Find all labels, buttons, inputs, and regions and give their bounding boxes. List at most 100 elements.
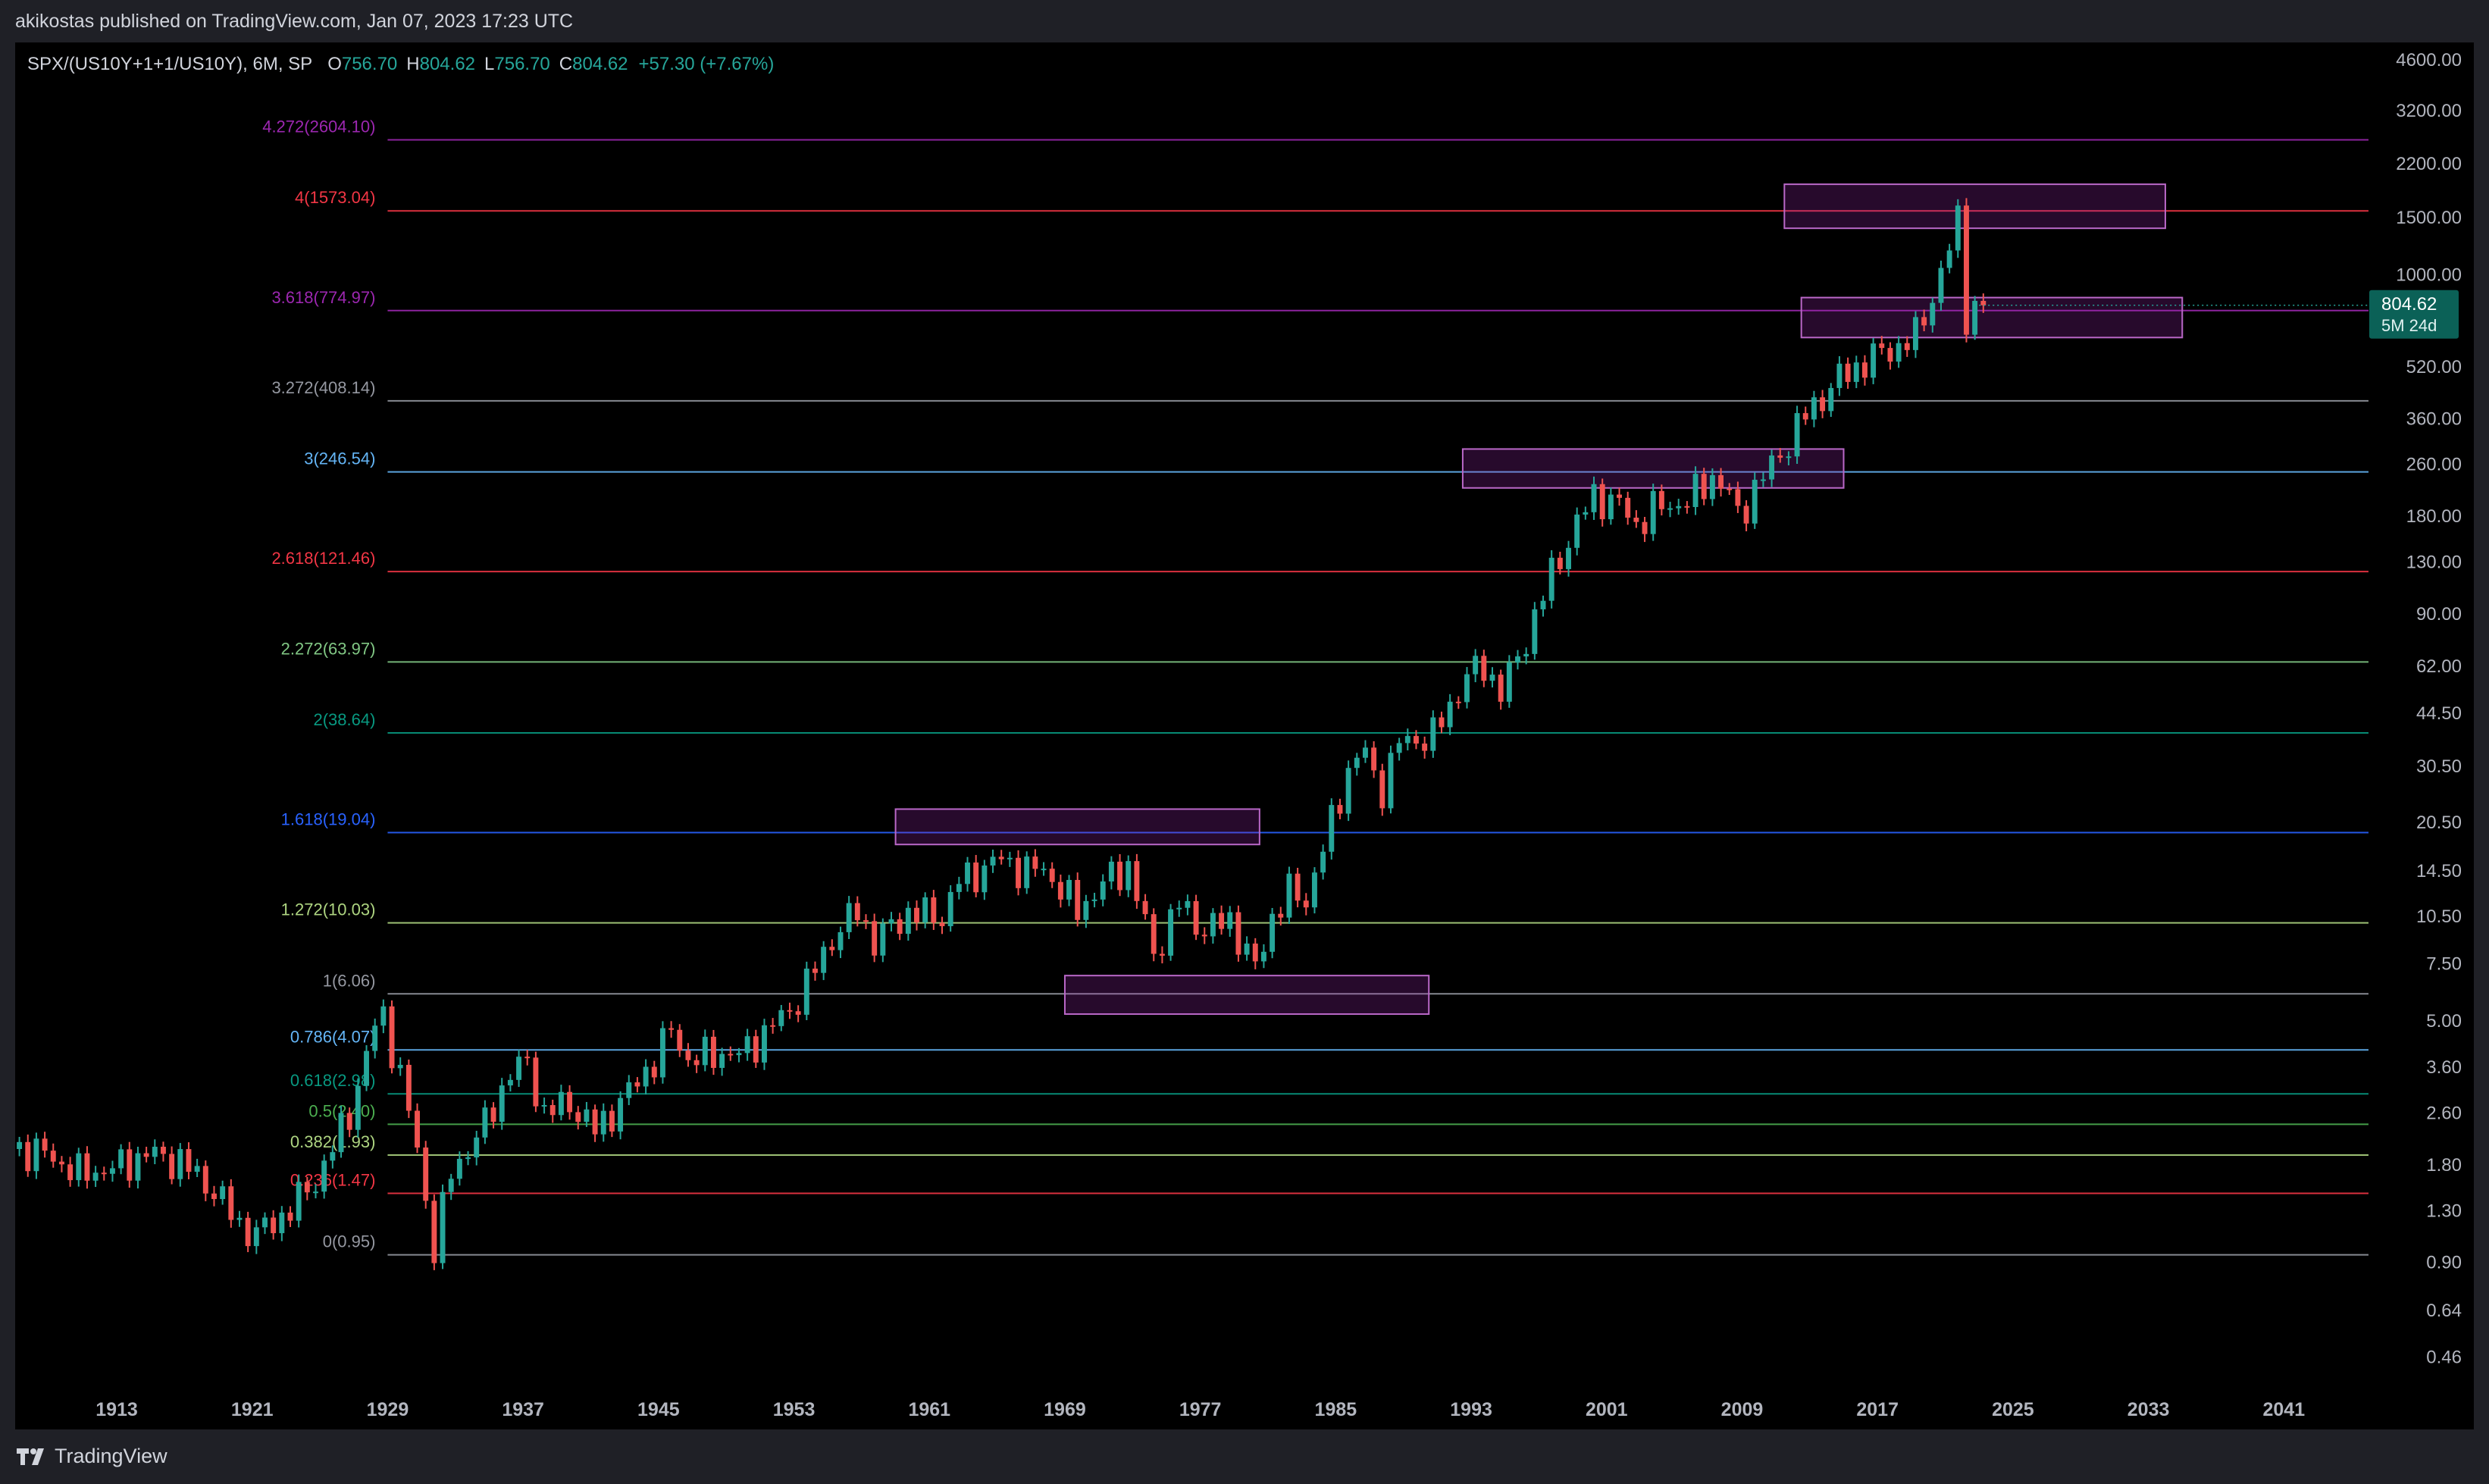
candle-body[interactable] [922, 897, 928, 923]
zone-rectangle[interactable] [1461, 448, 1845, 489]
candle-body[interactable] [1159, 953, 1165, 956]
candle-body[interactable] [33, 1138, 39, 1172]
candle-body[interactable] [558, 1091, 564, 1116]
candle-body[interactable] [1692, 474, 1698, 508]
candle-body[interactable] [431, 1201, 437, 1263]
candle-body[interactable] [626, 1082, 632, 1098]
candle-body[interactable] [905, 907, 911, 935]
candle-body[interactable] [1684, 506, 1690, 508]
candle-body[interactable] [1802, 413, 1808, 420]
candle-body[interactable] [939, 922, 945, 926]
candle-body[interactable] [1201, 935, 1207, 937]
candle-body[interactable] [1320, 851, 1326, 873]
candle-body[interactable] [1718, 474, 1724, 489]
candle-body[interactable] [973, 863, 979, 893]
candle-body[interactable] [1473, 656, 1479, 675]
candle-body[interactable] [728, 1054, 734, 1056]
candle-body[interactable] [1388, 753, 1394, 809]
candle-body[interactable] [1633, 517, 1639, 522]
candle-body[interactable] [1379, 770, 1385, 809]
candle-body[interactable] [1337, 805, 1343, 814]
candle-body[interactable] [1930, 302, 1936, 326]
candle-body[interactable] [1667, 508, 1673, 510]
candle-body[interactable] [1447, 701, 1453, 728]
candle-body[interactable] [423, 1147, 429, 1201]
candle-body[interactable] [482, 1107, 488, 1138]
candle-body[interactable] [1345, 768, 1351, 814]
candle-body[interactable] [1041, 869, 1047, 871]
candle-body[interactable] [1464, 674, 1470, 703]
candle-body[interactable] [118, 1149, 124, 1169]
candle-body[interactable] [1896, 343, 1902, 362]
candle-body[interactable] [1523, 653, 1529, 657]
candle-body[interactable] [1193, 900, 1199, 935]
candle-body[interactable] [1007, 857, 1013, 859]
candle-body[interactable] [609, 1110, 615, 1132]
candle-body[interactable] [490, 1107, 496, 1122]
candle-body[interactable] [330, 1152, 336, 1161]
candle-body[interactable] [753, 1036, 759, 1063]
candle-body[interactable] [1650, 490, 1656, 534]
candle-body[interactable] [1515, 656, 1520, 663]
candle-body[interactable] [1532, 609, 1538, 654]
zone-rectangle[interactable] [1800, 296, 2184, 339]
candle-body[interactable] [1244, 943, 1250, 955]
candle-body[interactable] [287, 1212, 293, 1221]
candle-body[interactable] [1625, 497, 1631, 518]
candle-body[interactable] [25, 1141, 31, 1172]
candle-body[interactable] [1455, 701, 1461, 703]
candle-body[interactable] [1794, 413, 1800, 457]
candle-body[interactable] [1430, 717, 1436, 751]
candle-body[interactable] [220, 1186, 226, 1200]
candle-body[interactable] [1498, 675, 1504, 702]
candle-body[interactable] [812, 969, 818, 973]
candle-body[interactable] [1777, 455, 1783, 458]
candle-body[interactable] [1557, 557, 1563, 569]
candle-body[interactable] [1142, 900, 1148, 915]
candle-body[interactable] [346, 1113, 352, 1130]
candle-body[interactable] [1887, 348, 1893, 362]
candle-body[interactable] [50, 1151, 56, 1162]
candle-body[interactable] [1210, 913, 1216, 937]
candle-body[interactable] [516, 1057, 522, 1080]
candle-body[interactable] [618, 1097, 624, 1132]
candle-body[interactable] [863, 920, 869, 922]
candle-body[interactable] [1599, 484, 1605, 520]
candle-body[interactable] [1117, 861, 1123, 891]
candle-body[interactable] [1176, 907, 1182, 909]
candle-body[interactable] [1583, 512, 1589, 515]
candle-body[interactable] [456, 1158, 462, 1179]
candle-body[interactable] [186, 1149, 192, 1172]
candle-body[interactable] [1329, 805, 1335, 852]
candle-body[interactable] [914, 907, 919, 923]
candle-body[interactable] [1032, 856, 1038, 869]
candle-body[interactable] [1057, 881, 1063, 900]
candle-body[interactable] [1091, 899, 1097, 901]
candle-body[interactable] [194, 1166, 200, 1172]
candle-body[interactable] [659, 1028, 665, 1078]
candle-body[interactable] [651, 1066, 657, 1078]
candle-body[interactable] [355, 1085, 361, 1130]
candle-body[interactable] [1591, 484, 1597, 512]
candle-body[interactable] [262, 1217, 268, 1228]
candle-body[interactable] [1227, 912, 1233, 929]
candle-body[interactable] [990, 856, 996, 866]
candle-body[interactable] [152, 1147, 158, 1157]
candle-body[interactable] [1811, 397, 1817, 420]
candle-body[interactable] [1735, 489, 1741, 506]
candle-body[interactable] [1964, 205, 1969, 335]
candle-body[interactable] [1608, 494, 1614, 520]
candle-body[interactable] [1709, 474, 1715, 499]
candle-body[interactable] [931, 897, 937, 923]
candle-body[interactable] [854, 903, 860, 921]
candle-body[interactable] [803, 969, 809, 1015]
candle-body[interactable] [998, 856, 1004, 859]
candle-body[interactable] [101, 1172, 107, 1175]
candle-body[interactable] [575, 1112, 581, 1122]
candle-body[interactable] [1921, 317, 1927, 326]
zone-rectangle[interactable] [1783, 183, 2166, 230]
candle-body[interactable] [1075, 879, 1081, 920]
candle-body[interactable] [1481, 656, 1487, 681]
candle-body[interactable] [524, 1057, 531, 1059]
candle-body[interactable] [1422, 744, 1428, 751]
